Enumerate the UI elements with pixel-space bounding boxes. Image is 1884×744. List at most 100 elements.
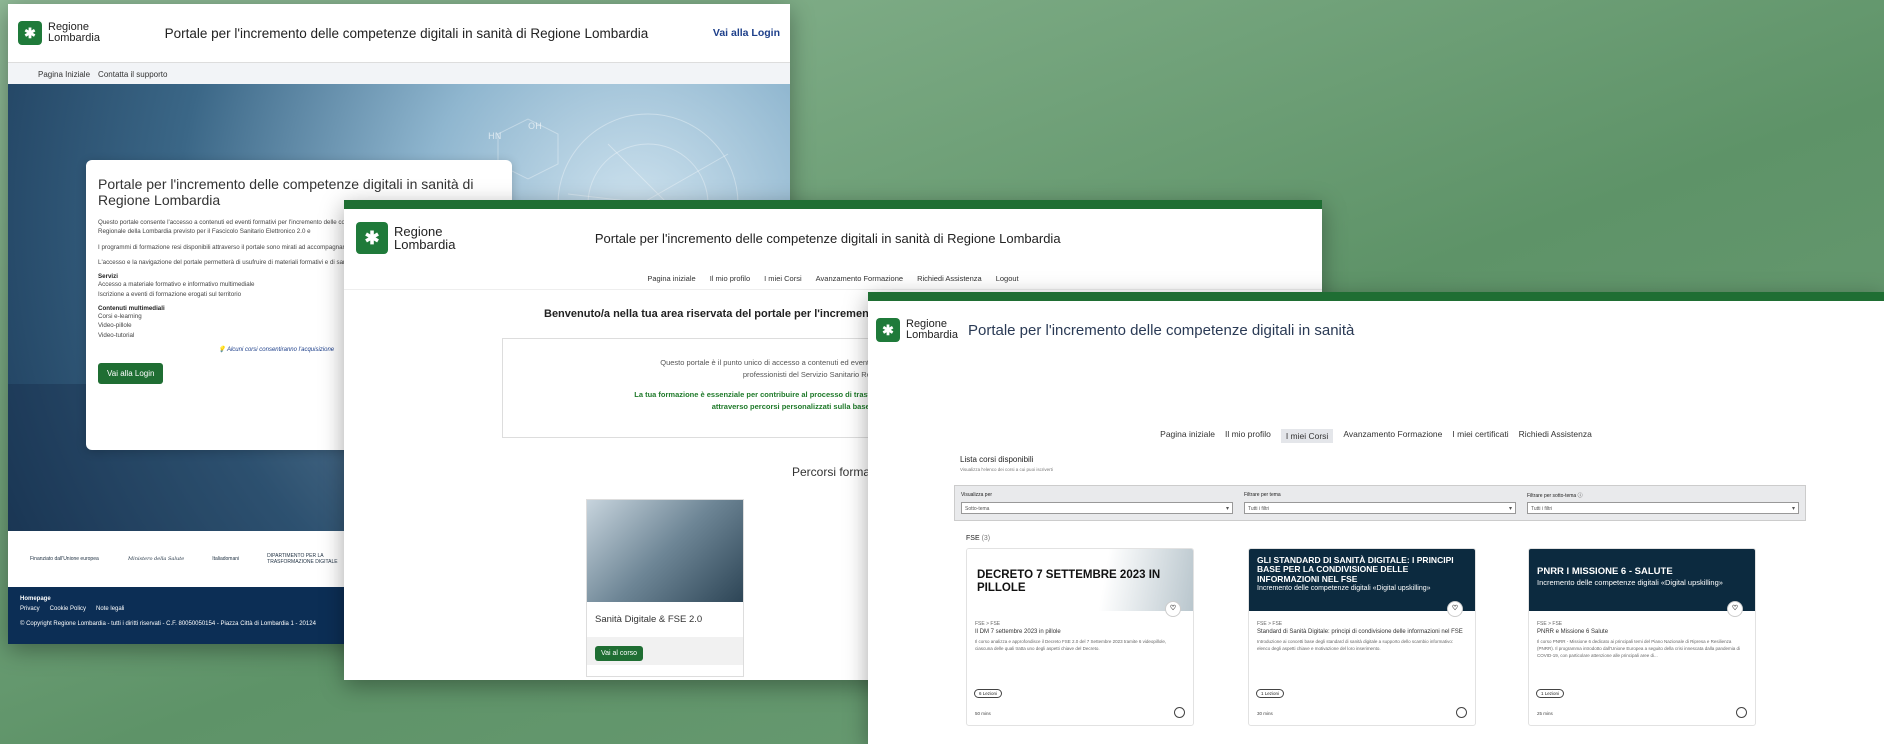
main-nav: Pagina iniziale Il mio profilo I miei Co…: [344, 267, 1322, 290]
nav-certificates[interactable]: I miei certificati: [1452, 429, 1508, 443]
course-description: Introduzione ai concetti base degli stan…: [1257, 639, 1454, 651]
regione-logo[interactable]: ✱ Regione Lombardia: [356, 222, 455, 254]
footer-link-legal[interactable]: Note legali: [96, 605, 124, 615]
course-card[interactable]: DECRETO 7 SETTEMBRE 2023 IN PILLOLE ♡ FS…: [966, 548, 1194, 726]
info-icon[interactable]: ⓘ: [1578, 493, 1583, 499]
nav-profile[interactable]: Il mio profilo: [710, 274, 750, 283]
nav-profile[interactable]: Il mio profilo: [1225, 429, 1271, 443]
favorite-icon[interactable]: ♡: [1727, 601, 1743, 617]
logo-icon: ✱: [18, 21, 42, 45]
course-card[interactable]: Sanità Digitale & FSE 2.0 Vai al corso: [586, 499, 744, 677]
course-title: Il DM 7 settembre 2023 in pillole: [975, 629, 1061, 635]
courses-window: ✱ Regione Lombardia Portale per l'increm…: [868, 292, 1884, 744]
duration: 50 mins: [975, 711, 991, 716]
course-title: PNRR e Missione 6 Salute: [1537, 629, 1609, 635]
green-line-1: La tua formazione è essenziale per contr…: [634, 390, 921, 399]
group-label: FSE (3): [966, 535, 990, 542]
favorite-icon[interactable]: ♡: [1447, 601, 1463, 617]
header: ✱ Regione Lombardia Portale per l'increm…: [344, 209, 1322, 267]
favorite-icon[interactable]: ♡: [1165, 601, 1181, 617]
green-line-2: attraverso percorsi personalizzati sulla…: [711, 402, 913, 411]
login-link[interactable]: Vai alla Login: [713, 27, 780, 39]
chevron-down-icon: ▾: [1225, 506, 1229, 512]
course-card[interactable]: GLI STANDARD DI SANITÀ DIGITALE: I PRINC…: [1248, 548, 1476, 726]
banner-subtext: Incremento delle competenze digitali «Di…: [1537, 578, 1723, 588]
credits-note-text: Alcuni corsi consentiranno l'acquisizion…: [226, 346, 335, 353]
list-subtitle: Visualizza l'elenco dei corsi a cui puoi…: [960, 467, 1053, 472]
nav-my-courses[interactable]: I miei Corsi: [1280, 429, 1334, 443]
logo-icon: ✱: [356, 222, 388, 254]
percorsi-heading: Percorsi forma: [792, 465, 871, 479]
nav-assistance[interactable]: Richiedi Assistenza: [1519, 429, 1592, 443]
course-banner: PNRR I MISSIONE 6 - SALUTE Incremento de…: [1529, 549, 1755, 617]
logo-line2: Lombardia: [48, 32, 100, 44]
logo-line2: Lombardia: [906, 329, 958, 341]
regione-logo[interactable]: ✱ Regione Lombardia: [18, 21, 100, 45]
list-title: Lista corsi disponibili: [960, 455, 1034, 464]
page-title: Portale per l'incremento delle competenz…: [594, 230, 1061, 246]
view-by-select[interactable]: Sotto-tema ▾: [961, 502, 1233, 514]
chevron-down-icon: ▾: [1791, 506, 1795, 512]
select-radio[interactable]: [1736, 707, 1747, 718]
nav-progress[interactable]: Avanzamento Formazione: [816, 274, 903, 283]
select-value: Tutti i filtri: [1531, 506, 1553, 512]
regione-logo[interactable]: ✱ Regione Lombardia: [876, 318, 958, 342]
course-category: FSE > FSE: [1537, 621, 1563, 627]
footer-link-cookie[interactable]: Cookie Policy: [50, 605, 86, 615]
top-accent-bar: [344, 200, 1322, 209]
nav-home[interactable]: Pagina Iniziale: [38, 70, 90, 79]
course-description: Il corso analizza e approfondisce il Dec…: [975, 639, 1167, 651]
select-radio[interactable]: [1174, 707, 1185, 718]
banner-text: DECRETO 7 SETTEMBRE 2023 IN PILLOLE: [977, 569, 1161, 594]
go-to-course-button[interactable]: Vai al corso: [595, 646, 644, 661]
filter-label: Visualizza per: [961, 492, 993, 498]
course-title: Sanità Digitale & FSE 2.0: [595, 614, 703, 625]
lessons-badge: 1 Lezioni: [1256, 689, 1285, 698]
nav-progress[interactable]: Avanzamento Formazione: [1343, 429, 1442, 443]
banner-subtext: Incremento delle competenze digitali «Di…: [1257, 585, 1431, 593]
group-name: FSE: [966, 535, 980, 542]
nav-logout[interactable]: Logout: [996, 274, 1019, 283]
header: ✱ Regione Lombardia Portale per l'increm…: [868, 301, 1884, 359]
italiadomani-logo: Italiadomani: [212, 556, 240, 562]
select-value: Sotto-tema: [965, 506, 990, 512]
nav-support[interactable]: Contatta il supporto: [98, 70, 167, 79]
page-title: Portale per l'incremento delle competenz…: [164, 25, 649, 41]
svg-text:OH: OH: [528, 122, 542, 132]
course-card[interactable]: PNRR I MISSIONE 6 - SALUTE Incremento de…: [1528, 548, 1756, 726]
course-category: FSE > FSE: [1257, 621, 1283, 627]
course-image: [587, 500, 743, 602]
course-title: Standard di Sanità Digitale: principi di…: [1257, 629, 1463, 635]
duration: 30 mins: [1257, 711, 1273, 716]
nav-home[interactable]: Pagina iniziale: [647, 274, 695, 283]
select-radio[interactable]: [1456, 707, 1467, 718]
theme-select[interactable]: Tutti i filtri ▾: [1244, 502, 1516, 514]
welcome-heading: Benvenuto/a nella tua area riservata del…: [544, 308, 899, 320]
svg-text:HN: HN: [488, 132, 502, 142]
intro-line-2: professionisti del Servizio Sanitario Re…: [742, 370, 913, 379]
welcome-box: Questo portale è il punto unico di acces…: [502, 338, 922, 438]
nav-home[interactable]: Pagina iniziale: [1160, 429, 1215, 443]
lessons-badge: 6 Lezioni: [974, 689, 1003, 698]
course-category: FSE > FSE: [975, 621, 1001, 627]
chevron-down-icon: ▾: [1508, 506, 1512, 512]
subtheme-select[interactable]: Tutti i filtri ▾: [1527, 502, 1799, 514]
nav-my-courses[interactable]: I miei Corsi: [764, 274, 802, 283]
banner-text: PNRR I MISSIONE 6 - SALUTE: [1537, 566, 1673, 577]
eu-logo: Finanziato dall'Unione europea: [30, 556, 99, 562]
logo-icon: ✱: [876, 318, 900, 342]
footer-link-privacy[interactable]: Privacy: [20, 605, 40, 615]
intro-line-1: Questo portale è il punto unico di acces…: [660, 358, 921, 367]
login-button[interactable]: Vai alla Login: [98, 362, 164, 384]
group-count: (3): [981, 535, 991, 542]
select-value: Tutti i filtri: [1248, 506, 1270, 512]
filter-bar: Visualizza per Sotto-tema ▾ Filtrare per …: [954, 485, 1806, 521]
subnav: Pagina Iniziale Contatta il supporto: [8, 63, 790, 85]
filter-label-text: Filtrare per sotto-tema: [1527, 493, 1577, 499]
course-description: Il corso PNRR - Missione 6 dedicato ai p…: [1537, 639, 1740, 658]
top-accent-bar: [868, 292, 1884, 301]
ministero-logo: Ministero della Salute: [128, 556, 185, 562]
main-nav: Pagina iniziale Il mio profilo I miei Co…: [868, 429, 1884, 443]
nav-assistance[interactable]: Richiedi Assistenza: [917, 274, 982, 283]
duration: 25 mins: [1537, 711, 1553, 716]
